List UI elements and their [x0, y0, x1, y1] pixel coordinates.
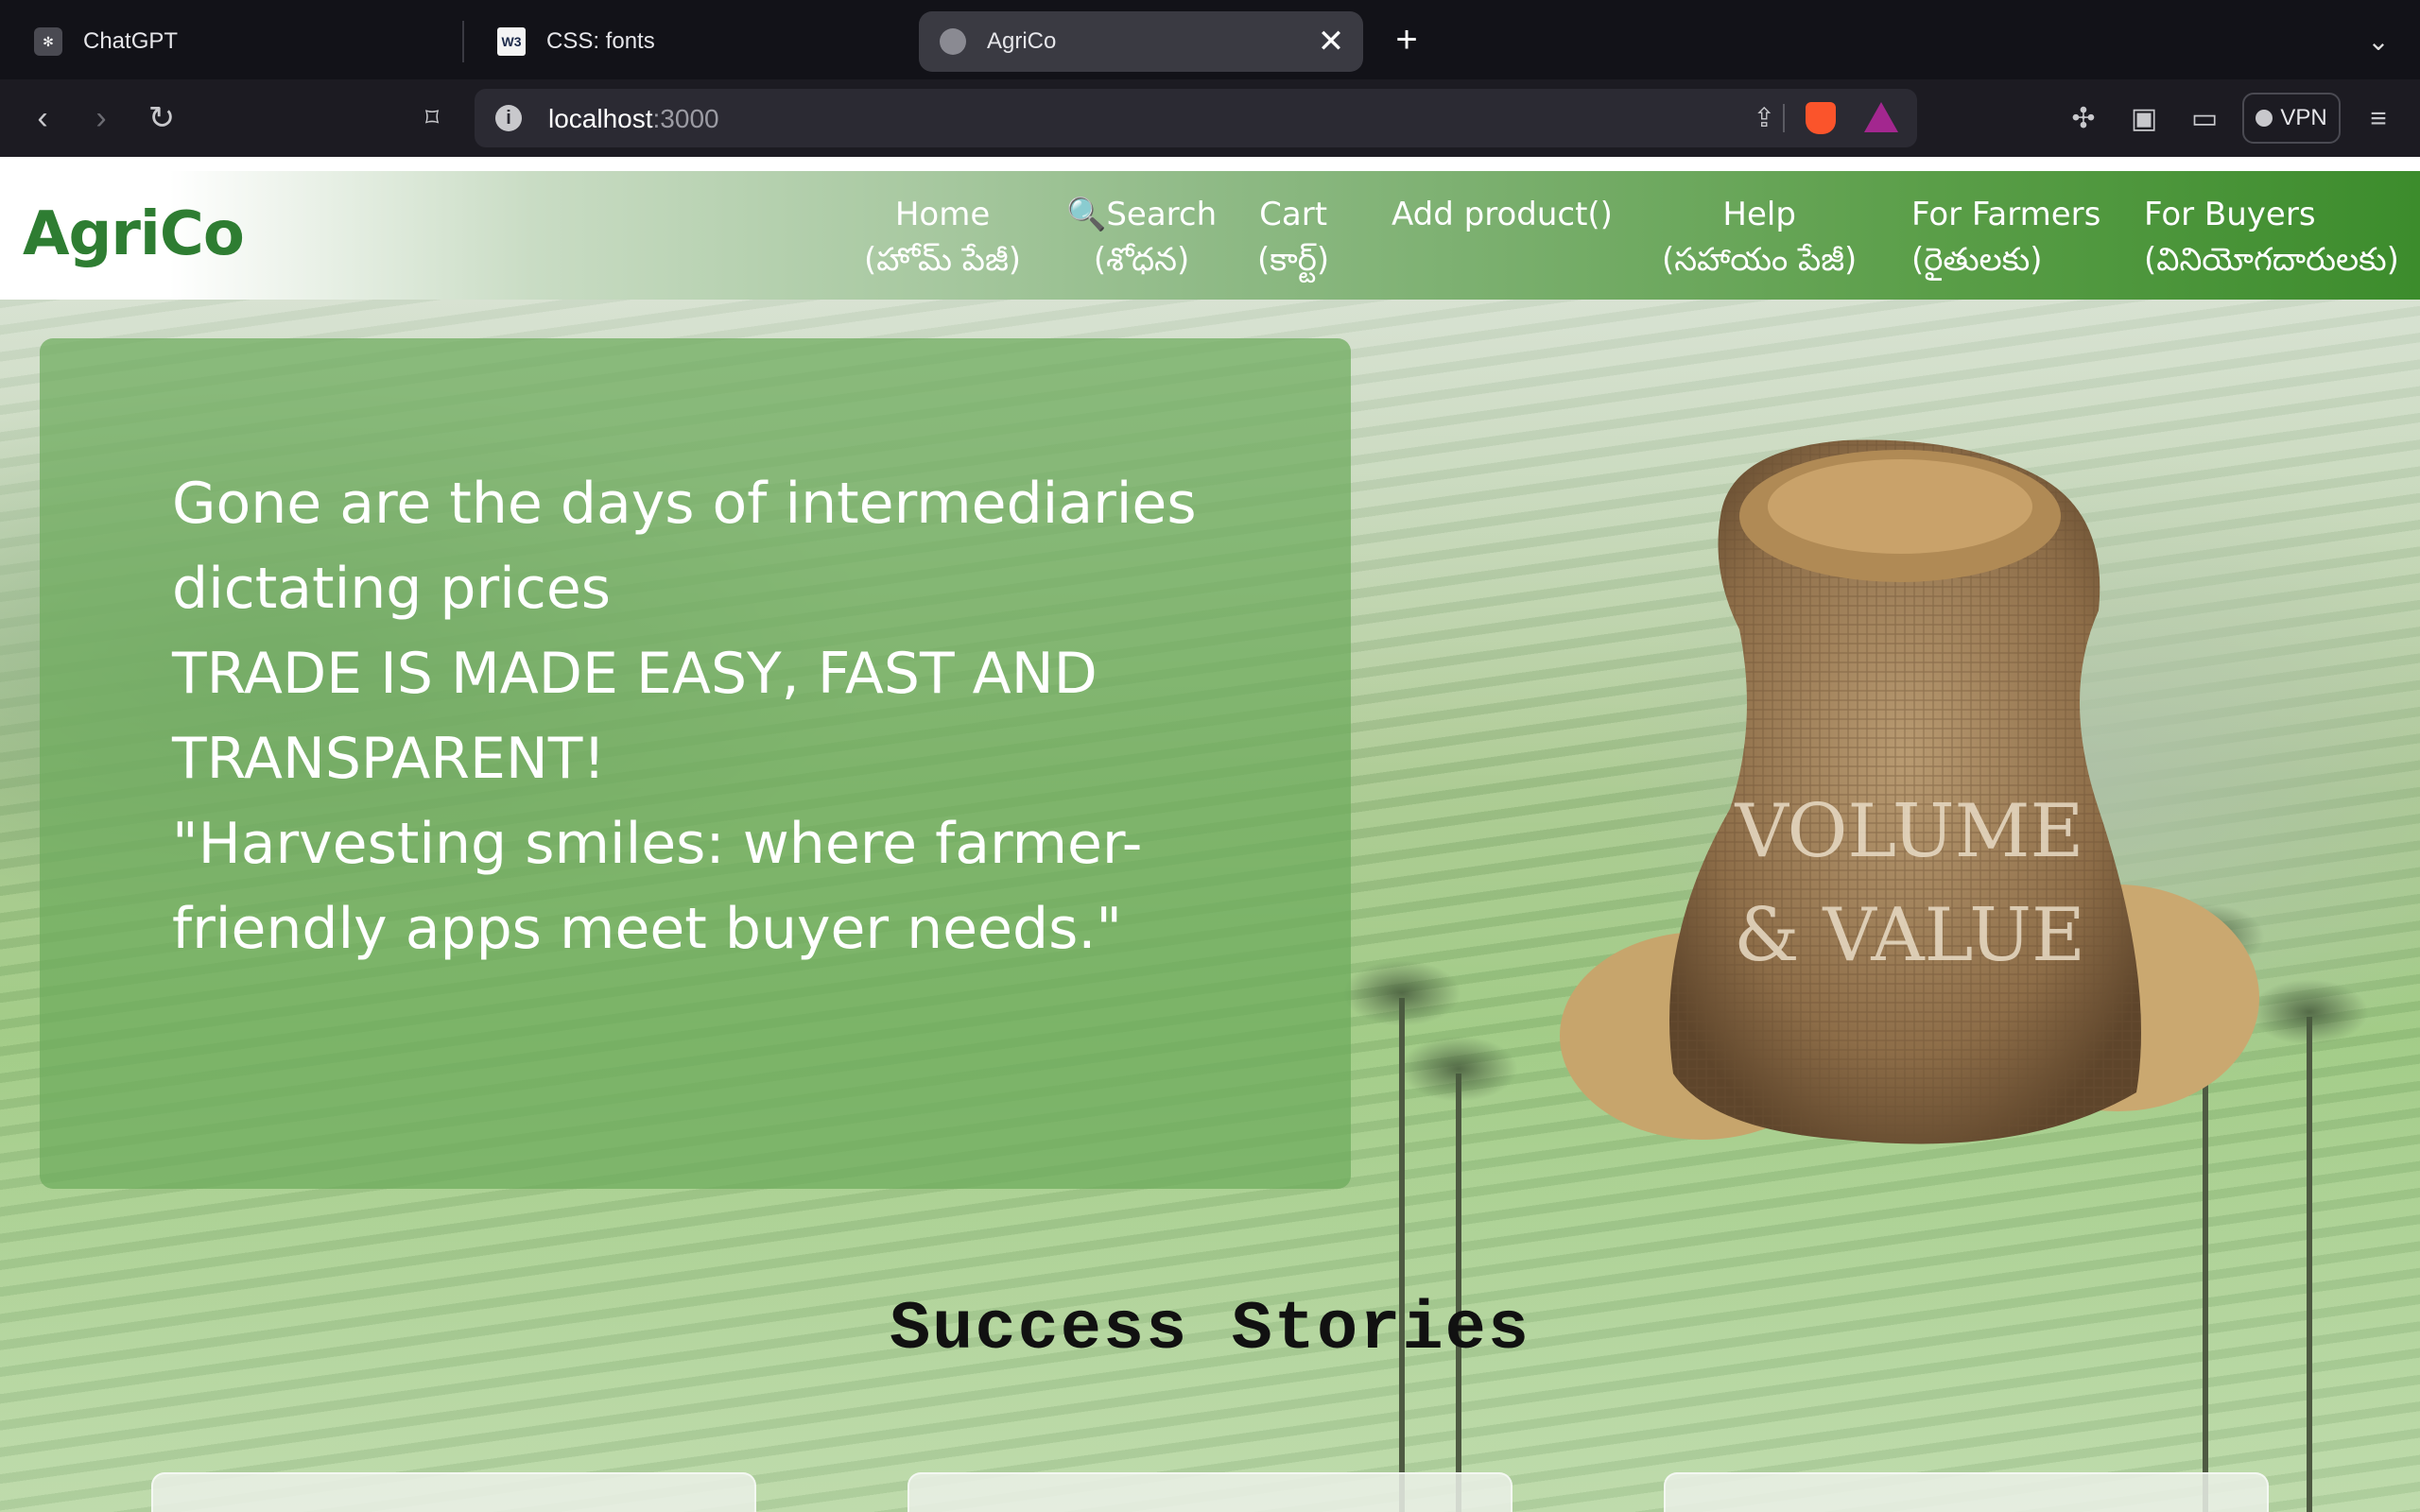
nav-add-product[interactable]: Add product() [1392, 192, 1613, 237]
nav-label-telugu: (కార్ట్) [1257, 241, 1330, 279]
menu-icon[interactable]: ≡ [2358, 98, 2399, 140]
nav-label: Cart [1259, 196, 1328, 233]
story-card[interactable] [908, 1472, 1512, 1512]
reload-icon[interactable]: ↻ [138, 94, 185, 142]
w3schools-icon: W3 [497, 27, 526, 56]
brave-shields-icon[interactable] [1806, 102, 1836, 134]
palm-tree [2250, 979, 2369, 1512]
divider [1783, 104, 1785, 132]
new-tab-button[interactable]: + [1386, 19, 1427, 60]
tab-title: ChatGPT [83, 28, 179, 54]
vpn-label: VPN [2280, 105, 2327, 130]
nav-label: Add product() [1392, 196, 1613, 233]
brand-logo[interactable]: AgriCo [23, 199, 245, 269]
url-port: :3000 [652, 104, 719, 133]
vpn-status-icon [2256, 110, 2273, 127]
nav-label: 🔍Search [1066, 196, 1218, 233]
hero-headline: Gone are the days of intermediaries dict… [172, 471, 1197, 622]
nav-label-telugu: (వినియోగదారులకు) [2144, 241, 2399, 279]
chevron-down-icon[interactable]: ⌄ [2360, 23, 2397, 60]
grain-pile [1768, 459, 2032, 554]
nav-label-telugu: (శోధన) [1093, 241, 1190, 279]
back-icon[interactable]: ‹ [19, 94, 66, 142]
tab-chatgpt[interactable]: ✻ ChatGPT [0, 11, 461, 72]
hero-subheadline: TRADE IS MADE EASY, FAST AND TRANSPARENT… [172, 641, 1098, 792]
tab-title: CSS: fonts [546, 28, 655, 54]
url-host: localhost [548, 104, 653, 133]
story-card[interactable] [151, 1472, 756, 1512]
tab-css-fonts[interactable]: W3 CSS: fonts [463, 11, 917, 72]
story-card[interactable] [1664, 1472, 2269, 1512]
chatgpt-icon: ✻ [34, 27, 62, 56]
nav-home[interactable]: Home (హోమ్ పేజీ) [864, 192, 1021, 283]
nav-label: Home [894, 196, 991, 233]
close-tab-icon[interactable]: ✕ [1314, 25, 1348, 59]
brave-rewards-icon[interactable] [1864, 102, 1898, 132]
hero-card: Gone are the days of intermediaries dict… [40, 338, 1351, 1189]
bookmark-icon[interactable]: ⌑ [408, 94, 456, 142]
hero-quote: "Harvesting smiles: where farmer-friendl… [172, 811, 1143, 962]
tab-agrico[interactable]: AgriCo ✕ [919, 11, 1363, 72]
page-viewport: AgriCo Home (హోమ్ పేజీ) 🔍Search (శోధన) C… [0, 157, 2420, 1512]
forward-icon[interactable]: › [78, 94, 125, 142]
nav-label: For Buyers [2144, 196, 2316, 233]
nav-label: For Farmers [1911, 196, 2101, 233]
extensions-icon[interactable]: ✣ [2063, 98, 2104, 140]
vpn-button[interactable]: VPN [2242, 93, 2341, 144]
nav-search[interactable]: 🔍Search (శోధన) [1066, 192, 1217, 283]
nav-for-buyers[interactable]: For Buyers (వినియోగదారులకు) [2144, 192, 2399, 283]
hero-text: Gone are the days of intermediaries dict… [172, 461, 1306, 971]
share-icon[interactable]: ⇪ [1754, 102, 1775, 133]
nav-label-telugu: (సహాయం పేజీ) [1662, 241, 1858, 279]
wallet-icon[interactable]: ▭ [2184, 98, 2225, 140]
sack-text-line2: & VALUE [1734, 893, 2085, 978]
address-bar[interactable]: i localhost:3000 ⇪ [475, 89, 1917, 147]
url-text[interactable]: localhost:3000 [548, 104, 719, 134]
tab-title: AgriCo [987, 28, 1057, 54]
nav-cart[interactable]: Cart (కార్ట్) [1257, 192, 1329, 283]
nav-label-telugu: (హోమ్ పేజీ) [864, 241, 1022, 279]
nav-help[interactable]: Help (సహాయం పేజీ) [1662, 192, 1857, 283]
site-info-icon[interactable]: i [495, 105, 522, 131]
grain-sack-image: VOLUME & VALUE [1560, 439, 2259, 1144]
nav-for-farmers[interactable]: For Farmers (రైతులకు) [1911, 192, 2100, 283]
section-title: Success Stories [889, 1291, 1531, 1368]
nav-label: Help [1722, 196, 1796, 233]
sidebar-icon[interactable]: ▣ [2123, 98, 2165, 140]
nav-label-telugu: (రైతులకు) [1911, 241, 2043, 279]
tab-bar: ✻ ChatGPT W3 CSS: fonts AgriCo ✕ + ⌄ [0, 0, 2420, 79]
site-navbar: AgriCo Home (హోమ్ పేజీ) 🔍Search (శోధన) C… [0, 171, 2420, 300]
sack-text-line1: VOLUME [1735, 789, 2084, 874]
browser-toolbar: ‹ › ↻ ⌑ i localhost:3000 ⇪ ✣ ▣ ▭ VPN ≡ [0, 79, 2420, 157]
globe-icon [940, 28, 966, 55]
